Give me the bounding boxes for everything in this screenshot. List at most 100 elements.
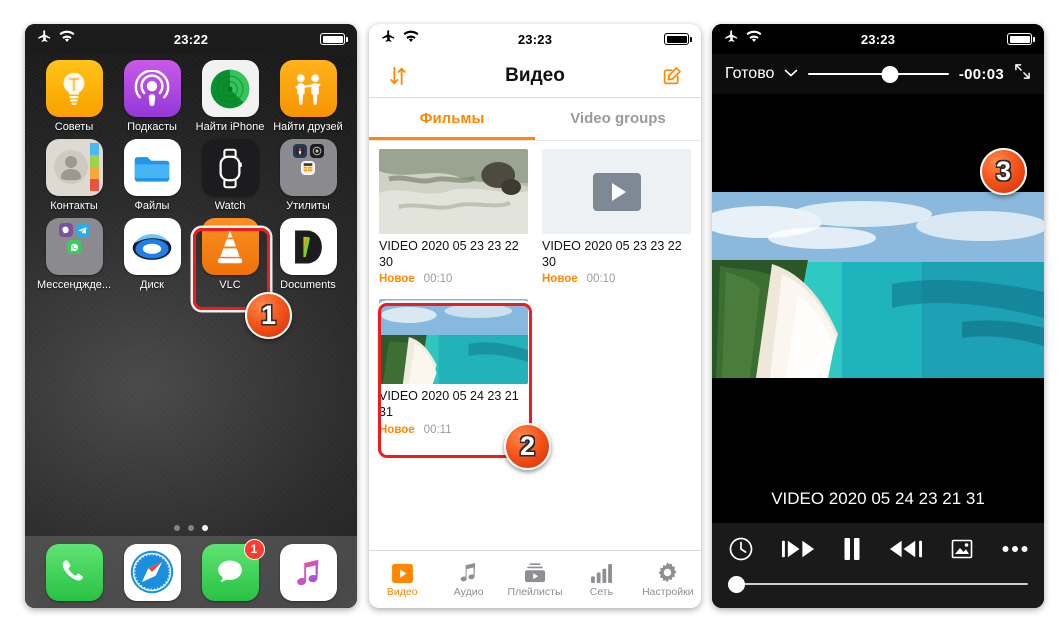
sort-arrows-icon[interactable]: [383, 61, 413, 91]
app-find-iphone[interactable]: Найти iPhone: [191, 60, 269, 133]
dock: 1: [25, 536, 357, 608]
remaining-time: -00:03: [958, 65, 1004, 83]
tab-settings[interactable]: Настройки: [635, 561, 701, 598]
app-label: Диск: [140, 279, 164, 291]
status-time: 23:23: [860, 31, 896, 47]
page-dot[interactable]: [174, 525, 180, 531]
iphone-home-screen-panel: 23:22 Советы Подкасты Найти iPhone Найти…: [25, 24, 357, 608]
vlc-player-panel: 23:23 Готово -00:03 VIDEO 2020 05 24 23 …: [712, 24, 1044, 608]
player-controls: [712, 523, 1044, 608]
dock-item-music[interactable]: [279, 543, 337, 601]
video-duration: 00:10: [423, 273, 453, 286]
documents-icon: [279, 218, 337, 275]
page-title: Видео: [505, 64, 565, 86]
callout-3: 3: [980, 148, 1027, 195]
mini-icon-camera: [309, 144, 324, 158]
app-label: Documents: [280, 279, 336, 291]
tab-video-groups[interactable]: Video groups: [535, 98, 701, 140]
dock-item-safari[interactable]: [123, 543, 181, 601]
callout-1: 1: [245, 292, 292, 339]
app-contacts[interactable]: Контакты: [35, 139, 113, 212]
tab-network[interactable]: Сеть: [568, 561, 634, 598]
status-bar: 23:23: [369, 24, 701, 54]
home-screen: 23:22 Советы Подкасты Найти iPhone Найти…: [25, 24, 357, 608]
app-label: Найти друзей: [273, 121, 343, 133]
video-title: VIDEO 2020 05 23 23 22 30: [379, 239, 519, 269]
done-button[interactable]: Готово: [725, 65, 774, 83]
tab-audio[interactable]: Аудио: [435, 561, 501, 598]
video-card-selected[interactable]: VIDEO 2020 05 24 23 21 31 Новое 00:11: [379, 299, 528, 436]
tab-label: Настройки: [642, 586, 694, 598]
app-documents[interactable]: Documents: [269, 218, 347, 291]
video-duration: 00:11: [423, 423, 452, 436]
tab-label: Сеть: [589, 586, 614, 598]
play-placeholder-icon: [592, 172, 641, 211]
status-bar: 23:23: [712, 24, 1044, 54]
battery-icon: [320, 33, 348, 45]
volume-slider[interactable]: [808, 65, 949, 83]
video-card[interactable]: VIDEO 2020 05 23 23 22 30 Новое 00:10: [542, 149, 691, 285]
app-label: Файлы: [134, 200, 170, 212]
video-grid: VIDEO 2020 05 23 23 22 30 Новое 00:10 VI…: [379, 149, 691, 436]
files-icon: [123, 139, 181, 196]
app-utilities-folder[interactable]: Утилиты: [269, 139, 347, 212]
app-label: Советы: [54, 121, 94, 133]
app-tips[interactable]: Советы: [35, 60, 113, 133]
player-top-bar: Готово -00:03: [712, 54, 1044, 94]
screenshot-stage: 23:22 Советы Подкасты Найти iPhone Найти…: [0, 0, 1064, 632]
new-badge: Новое: [379, 423, 415, 436]
chevron-down-icon[interactable]: [784, 65, 798, 83]
music-icon: [279, 543, 337, 601]
app-label: Контакты: [50, 200, 98, 212]
seek-bar[interactable]: [728, 575, 1028, 593]
tab-label: Аудио: [453, 586, 484, 598]
gear-icon: [657, 561, 678, 583]
status-bar: 23:22: [25, 24, 357, 54]
messengers-folder-icon: [45, 218, 103, 275]
seek-knob[interactable]: [728, 575, 745, 593]
aspect-ratio-button[interactable]: [950, 537, 974, 561]
dock-item-messages[interactable]: 1: [201, 538, 265, 601]
app-label: Утилиты: [286, 200, 330, 212]
app-yandex-disk[interactable]: Диск: [113, 218, 191, 291]
app-messengers-folder[interactable]: Мессенджде...: [35, 218, 113, 291]
volume-knob[interactable]: [881, 65, 899, 83]
edit-compose-icon[interactable]: [657, 61, 687, 91]
vlc-library-panel: 23:23 Видео Фильмы Video groups VIDEO 20…: [369, 24, 701, 608]
page-dot[interactable]: [188, 525, 194, 531]
pause-button[interactable]: [843, 538, 861, 560]
tab-playlists[interactable]: Плейлисты: [502, 561, 568, 598]
app-label: Watch: [214, 200, 246, 212]
find-friends-icon: [279, 60, 337, 117]
expand-arrows-icon[interactable]: [1014, 63, 1031, 85]
app-vlc[interactable]: VLC: [191, 218, 269, 291]
tab-video[interactable]: Видео: [369, 561, 435, 598]
contacts-icon: [45, 139, 103, 196]
bottom-tab-bar: Видео Аудио Плейлисты Сеть Настройки: [369, 550, 701, 608]
network-bars-icon: [590, 561, 612, 583]
yandex-disk-icon: [123, 218, 181, 275]
dock-item-phone[interactable]: [45, 543, 103, 601]
video-title: VIDEO 2020 05 24 23 21 31: [379, 389, 519, 419]
navigation-bar: Видео: [369, 54, 701, 98]
app-podcasts[interactable]: Подкасты: [113, 60, 191, 133]
find-iphone-icon: [201, 60, 259, 117]
app-find-friends[interactable]: Найти друзей: [269, 60, 347, 133]
tab-films[interactable]: Фильмы: [369, 98, 535, 140]
status-time: 23:23: [517, 31, 553, 47]
podcasts-icon: [123, 60, 181, 117]
sleep-timer-button[interactable]: [728, 536, 754, 562]
vlc-app: 23:23 Видео Фильмы Video groups VIDEO 20…: [369, 24, 701, 608]
volume-track: [808, 72, 949, 76]
safari-icon: [123, 543, 181, 601]
page-dot-active[interactable]: [202, 525, 208, 531]
video-card[interactable]: VIDEO 2020 05 23 23 22 30 Новое 00:10: [379, 149, 528, 285]
app-files[interactable]: Файлы: [113, 139, 191, 212]
app-watch[interactable]: Watch: [191, 139, 269, 212]
callout-2: 2: [504, 423, 551, 470]
previous-button[interactable]: [782, 539, 815, 559]
more-options-button[interactable]: [1002, 545, 1028, 553]
mini-icon-compass: [292, 144, 307, 158]
next-button[interactable]: [889, 539, 922, 559]
app-label: VLC: [219, 279, 241, 291]
